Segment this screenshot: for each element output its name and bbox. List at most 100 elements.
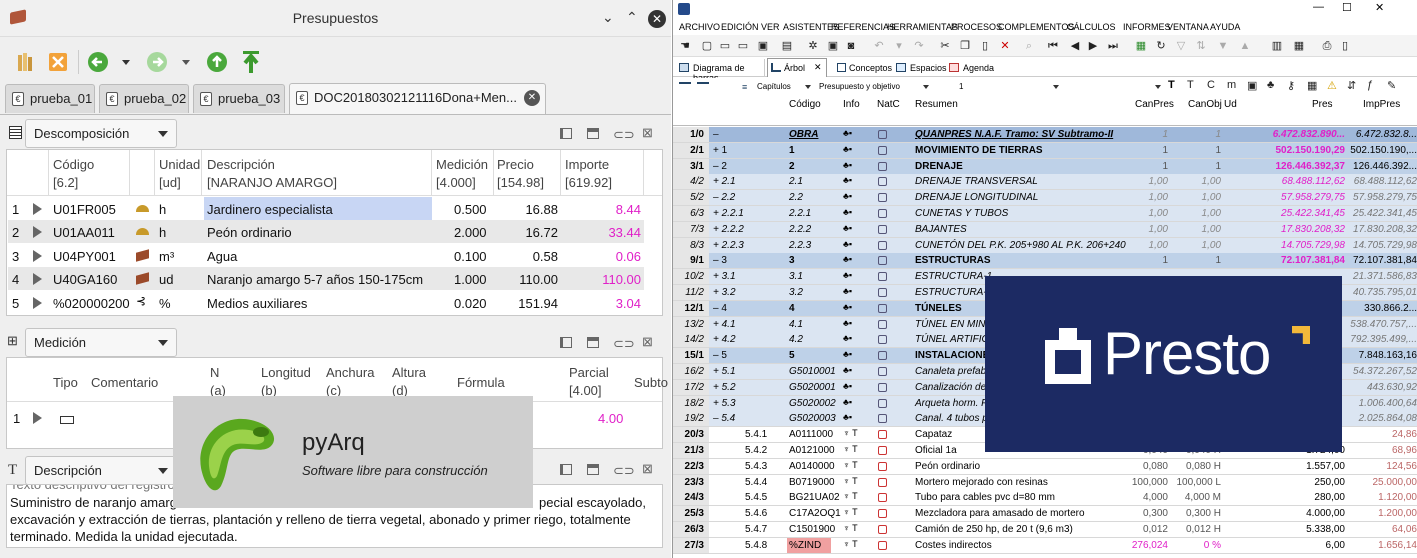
- panel-close-icon[interactable]: ⊠: [642, 461, 653, 477]
- header-importe[interactable]: Importe [619.92]: [565, 156, 612, 192]
- info-icon[interactable]: ♣▪: [843, 349, 852, 359]
- copy-structure-icon[interactable]: ▣: [1247, 79, 1257, 92]
- info-icon[interactable]: ♣▪: [843, 397, 852, 407]
- paste-icon[interactable]: ▯: [979, 40, 991, 52]
- header-precio[interactable]: Precio [154.98]: [497, 156, 544, 192]
- minimize-icon[interactable]: —: [1313, 1, 1324, 13]
- tree-row[interactable]: 8/3 + 2.2.3 2.2.3 CUNETÓN DEL P.K. 205+980 …: [673, 237, 1417, 254]
- sort-down-icon[interactable]: ▼: [1217, 40, 1229, 52]
- hand-icon[interactable]: ☚: [679, 40, 691, 52]
- menu-item-11[interactable]: AYUDA: [1210, 22, 1240, 32]
- tree-icon[interactable]: ♣: [1267, 79, 1274, 91]
- info-icon[interactable]: ♣▪: [843, 191, 852, 201]
- text-icon[interactable]: T: [1168, 79, 1175, 91]
- row-expand-icon[interactable]: [33, 296, 42, 309]
- search-select[interactable]: [1075, 80, 1163, 94]
- header-canobj[interactable]: CanObj: [1188, 99, 1222, 110]
- menu-item-0[interactable]: ARCHIVO: [679, 22, 720, 32]
- page-icon[interactable]: ▯: [1339, 40, 1351, 52]
- tab-doc-active[interactable]: € DOC20180302121116Dona+Men... ✕: [289, 83, 546, 114]
- tree-row[interactable]: 26/3 5.4.7 C1501900 Camión de 250 hp, de 20…: [673, 522, 1417, 538]
- back-dropdown-icon[interactable]: [122, 60, 130, 65]
- capitulos-select[interactable]: ≡ Capítulos: [739, 80, 811, 94]
- prev-icon[interactable]: ◀: [1069, 40, 1081, 52]
- split-horizontal-icon[interactable]: [587, 337, 599, 348]
- warning-icon[interactable]: ⚠: [1327, 79, 1337, 92]
- info-icon[interactable]: ♣▪: [843, 254, 852, 264]
- info-icon[interactable]: ♣▪: [843, 318, 852, 328]
- sort-icon[interactable]: ⇅: [1195, 40, 1207, 52]
- sort-up-icon[interactable]: ▲: [1239, 40, 1251, 52]
- decomposition-row[interactable]: 4 U40GA160 ud Naranjo amargo 5-7 años 150-1…: [8, 267, 644, 291]
- row-expand-icon[interactable]: [33, 249, 42, 262]
- header-info[interactable]: Info: [843, 99, 860, 110]
- tree-row[interactable]: 24/3 5.4.5 BG21UA02 Tubo para cables pvc d=…: [673, 490, 1417, 507]
- info-icon[interactable]: ♆ T: [843, 507, 858, 517]
- menu-item-5[interactable]: HERRAMIENTAS: [887, 22, 958, 32]
- menu-item-1[interactable]: EDICIÓN: [721, 22, 759, 32]
- tree-row[interactable]: 7/3 + 2.2.2 2.2.2 BAJANTES ♣▪ 1,00 1,00 17.830.…: [673, 221, 1417, 238]
- info-icon[interactable]: ♣▪: [843, 286, 852, 296]
- description-select[interactable]: Descripción: [25, 456, 177, 485]
- maximize-icon[interactable]: ☐: [1342, 1, 1352, 14]
- cut-icon[interactable]: ✂: [939, 40, 951, 52]
- presupuesto-select[interactable]: Presupuesto y objetivo: [817, 80, 945, 94]
- tree-row[interactable]: 5/2 – 2.2 2.2 DRENAJE LONGITUDINAL ♣▪ 1,00 1,0…: [673, 190, 1417, 207]
- copy-icon[interactable]: ❐: [959, 40, 971, 52]
- split-horizontal-icon[interactable]: [587, 128, 599, 139]
- minimize-icon[interactable]: ⌄: [602, 9, 614, 26]
- settings-icon[interactable]: ✲: [807, 40, 819, 52]
- decomposition-row[interactable]: 2 U01AA011 h Peón ordinario 2.000 16.72 33.44: [8, 220, 644, 244]
- find-icon[interactable]: ⌕: [1023, 40, 1035, 52]
- header-imppres[interactable]: ImpPres: [1363, 99, 1400, 110]
- tab-arbol[interactable]: Árbol ✕: [767, 58, 827, 77]
- up-icon[interactable]: [204, 49, 230, 75]
- save-icon[interactable]: ▣: [757, 40, 769, 52]
- expand-icon[interactable]: [697, 82, 709, 84]
- header-canpres[interactable]: CanPres: [1135, 99, 1174, 110]
- tab-close-icon[interactable]: ✕: [814, 62, 822, 73]
- close-icon[interactable]: ✕: [1375, 1, 1384, 14]
- split-horizontal-icon[interactable]: [587, 464, 599, 475]
- header-parcial[interactable]: Parcial [4.00]: [569, 364, 609, 400]
- undo-dropdown-icon[interactable]: ▾: [893, 40, 905, 52]
- header-altura[interactable]: Altura (d): [392, 364, 426, 400]
- panel-close-icon[interactable]: ⊠: [642, 334, 653, 350]
- info-icon[interactable]: ♣▪: [843, 270, 852, 280]
- header-tipo[interactable]: Tipo: [53, 374, 78, 392]
- info-icon[interactable]: ♆ T: [843, 476, 858, 486]
- tree-row[interactable]: 3/1 – 2 2 DRENAJE ♣▪ 1 1 126.446.392,37 126.446.…: [673, 158, 1417, 175]
- header-formula[interactable]: Fórmula: [457, 374, 505, 392]
- info-icon[interactable]: ♣▪: [843, 175, 852, 185]
- tab-conceptos[interactable]: Conceptos: [835, 59, 892, 77]
- calc-icon[interactable]: ▥: [1271, 40, 1283, 52]
- link-icon[interactable]: ⊂⊃: [613, 127, 635, 143]
- lock-icon[interactable]: ▣: [827, 40, 839, 52]
- excel-icon[interactable]: ▦: [1135, 40, 1147, 52]
- header-pres[interactable]: Pres: [1312, 99, 1333, 110]
- tree-row[interactable]: 22/3 5.4.3 A0140000 Peón ordinario ♆ T 0,080 0…: [673, 458, 1417, 475]
- split-vertical-icon[interactable]: [560, 464, 572, 475]
- delete-icon[interactable]: ✕: [999, 40, 1011, 52]
- top-icon[interactable]: [238, 49, 264, 75]
- measurement-select[interactable]: Medición: [25, 328, 177, 357]
- menu-item-9[interactable]: INFORMES: [1123, 22, 1171, 32]
- header-unidad[interactable]: Unidad [ud]: [159, 156, 200, 192]
- row-expand-icon[interactable]: [33, 226, 42, 239]
- forward-icon[interactable]: [144, 49, 170, 75]
- formula-icon[interactable]: ƒ: [1367, 79, 1373, 91]
- tab-prueba-03[interactable]: € prueba_03: [193, 84, 285, 113]
- info-icon[interactable]: ♣▪: [843, 333, 852, 343]
- tree-row[interactable]: 9/1 – 3 3 ESTRUCTURAS ♣▪ 1 1 72.107.381,84 72.10…: [673, 253, 1417, 270]
- tree-row[interactable]: 27/3 5.4.8 %ZIND Costes indirectos ♆ T 276,02…: [673, 537, 1417, 554]
- info-icon[interactable]: ♣▪: [843, 128, 852, 138]
- open-icon[interactable]: [11, 49, 37, 75]
- menu-item-4[interactable]: REFERENCIAS: [831, 22, 895, 32]
- tab-prueba-01[interactable]: € prueba_01: [5, 84, 95, 113]
- refresh-icon[interactable]: ↻: [1155, 40, 1167, 52]
- column-c-icon[interactable]: C: [1207, 79, 1215, 91]
- brush-icon[interactable]: ✎: [1387, 79, 1396, 92]
- split-vertical-icon[interactable]: [560, 128, 572, 139]
- decomposition-row[interactable]: 1 U01FR005 h Jardinero especialista 0.500 16.…: [8, 197, 644, 220]
- menu-item-8[interactable]: CÁLCULOS: [1067, 22, 1116, 32]
